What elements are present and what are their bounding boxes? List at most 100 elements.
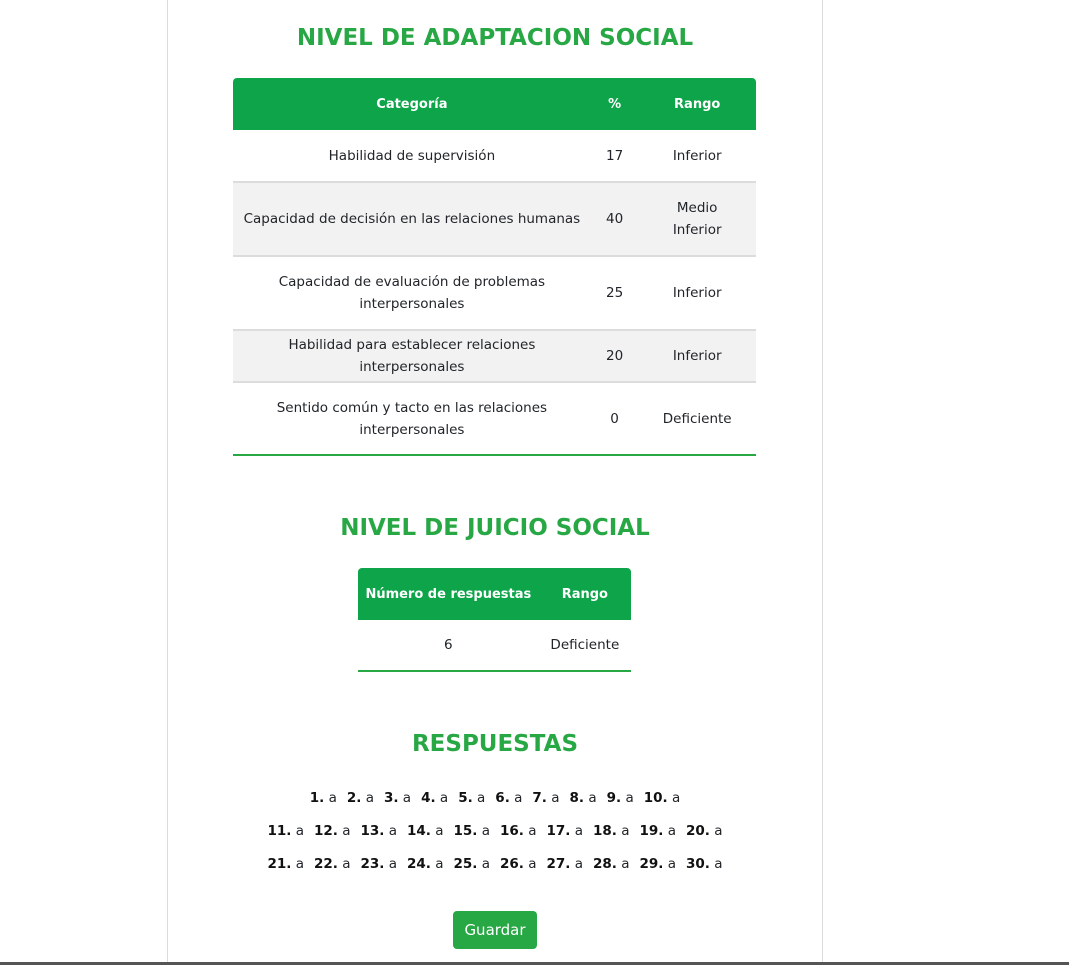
header-count: Número de respuestas [358, 568, 539, 620]
answers-row: 11. a 12. a 13. a 14. a 15. a 16. a 17. a 18. a… [168, 820, 822, 853]
answer-item: 24. a [407, 853, 444, 875]
answer-item: 1. a [310, 787, 337, 809]
answer-number: 5. [458, 790, 473, 806]
answer-number: 4. [421, 790, 436, 806]
answer-value: a [328, 790, 337, 806]
table-row: Capacidad de decisión en las relaciones … [233, 182, 756, 257]
answer-item: 26. a [500, 853, 537, 875]
cell-percent: 17 [590, 130, 639, 183]
answer-value: a [528, 856, 537, 872]
answer-item: 25. a [454, 853, 491, 875]
answer-item: 6. a [495, 787, 522, 809]
answer-item: 4. a [421, 787, 448, 809]
answer-item: 21. a [268, 853, 305, 875]
cell-range: Deficiente [550, 637, 620, 653]
answer-value: a [402, 790, 412, 806]
answer-number: 23. [360, 856, 385, 872]
answer-value: a [671, 790, 681, 806]
answer-item: 8. a [570, 787, 597, 809]
answer-number: 6. [495, 790, 510, 806]
header-range: Rango [638, 78, 756, 130]
cell-count: 6 [444, 637, 453, 653]
answer-value: a [342, 856, 351, 872]
answer-item: 10. a [644, 787, 681, 809]
answer-item: 19. a [640, 820, 677, 842]
answer-item: 9. a [607, 787, 634, 809]
answer-item: 12. a [314, 820, 351, 842]
answer-item: 23. a [361, 853, 398, 875]
answer-item: 18. a [593, 820, 630, 842]
save-button[interactable]: Guardar [453, 911, 537, 949]
answer-value: a [365, 790, 374, 806]
answer-number: 2. [346, 790, 362, 806]
answer-number: 7. [532, 790, 547, 806]
answer-item: 22. a [314, 853, 351, 875]
answer-value: a [528, 823, 537, 839]
answer-value: a [388, 823, 397, 839]
answer-value: a [342, 823, 351, 839]
answer-item: 16. a [500, 820, 537, 842]
cell-range: Inferior [638, 130, 756, 183]
answer-number: 14. [407, 823, 431, 839]
header-percent: % [590, 78, 639, 130]
answer-value: a [588, 790, 597, 806]
answer-item: 5. a [458, 787, 485, 809]
answer-number: 19. [639, 823, 664, 839]
answer-number: 22. [314, 856, 338, 872]
cell-range: Medio Inferior [638, 182, 756, 257]
answer-value: a [574, 856, 583, 872]
answer-item: 13. a [361, 820, 398, 842]
table-row: Habilidad de supervisión 17 Inferior [233, 130, 756, 183]
cell-category: Capacidad de evaluación de problemas int… [233, 256, 591, 331]
cell-range: Deficiente [662, 410, 732, 427]
cell-range: Inferior [638, 256, 756, 331]
answer-number: 21. [267, 856, 292, 872]
cell-percent: 40 [590, 182, 639, 257]
answer-value: a [667, 823, 676, 839]
results-panel: NIVEL DE ADAPTACION SOCIAL Categoría % R… [167, 0, 823, 964]
cell-percent: 25 [590, 256, 639, 331]
answer-item: 27. a [547, 853, 584, 875]
answer-number: 26. [500, 856, 524, 872]
answer-value: a [481, 823, 490, 839]
cell-percent: 20 [590, 330, 639, 383]
answer-value: a [435, 823, 444, 839]
cell-category: Habilidad de supervisión [233, 130, 591, 183]
answer-value: a [714, 823, 723, 839]
answer-item: 20. a [686, 820, 723, 842]
answer-number: 28. [593, 856, 617, 872]
answer-number: 15. [453, 823, 478, 839]
answer-item: 14. a [407, 820, 444, 842]
answer-number: 1. [309, 790, 325, 806]
table-row: 6 Deficiente [358, 620, 631, 671]
table-row: Capacidad de evaluación de problemas int… [233, 256, 756, 331]
answer-value: a [625, 790, 634, 806]
answer-number: 9. [606, 790, 622, 806]
answer-item: 3. a [384, 787, 411, 809]
answer-value: a [514, 790, 523, 806]
adaptation-table: Categoría % Rango Habilidad de supervisi… [233, 78, 756, 456]
answer-number: 25. [453, 856, 478, 872]
answer-item: 15. a [454, 820, 491, 842]
answers-row: 1. a 2. a 3. a 4. a 5. a 6. a 7. a 8. a 9. a 10. … [168, 787, 822, 820]
header-range: Rango [538, 568, 631, 620]
answers-list: 1. a 2. a 3. a 4. a 5. a 6. a 7. a 8. a 9. a 10. … [168, 787, 822, 886]
answer-number: 3. [383, 790, 399, 806]
answers-title: RESPUESTAS [411, 731, 579, 757]
adaptation-title: NIVEL DE ADAPTACION SOCIAL [296, 25, 694, 51]
answer-value: a [295, 856, 304, 872]
answer-number: 24. [407, 856, 431, 872]
answer-number: 13. [360, 823, 385, 839]
answer-number: 16. [500, 823, 524, 839]
answer-value: a [439, 790, 449, 806]
answer-item: 2. a [347, 787, 374, 809]
answer-number: 18. [593, 823, 617, 839]
cell-category: Habilidad para establecer relaciones int… [233, 330, 591, 383]
table-row: Habilidad para establecer relaciones int… [233, 330, 756, 383]
judgment-table: Número de respuestas Rango 6 Deficiente [358, 568, 631, 672]
answer-value: a [551, 790, 560, 806]
judgment-title: NIVEL DE JUICIO SOCIAL [340, 515, 650, 541]
judgment-header-row: Número de respuestas Rango [358, 568, 631, 620]
answer-item: 17. a [547, 820, 584, 842]
answer-number: 29. [639, 856, 664, 872]
